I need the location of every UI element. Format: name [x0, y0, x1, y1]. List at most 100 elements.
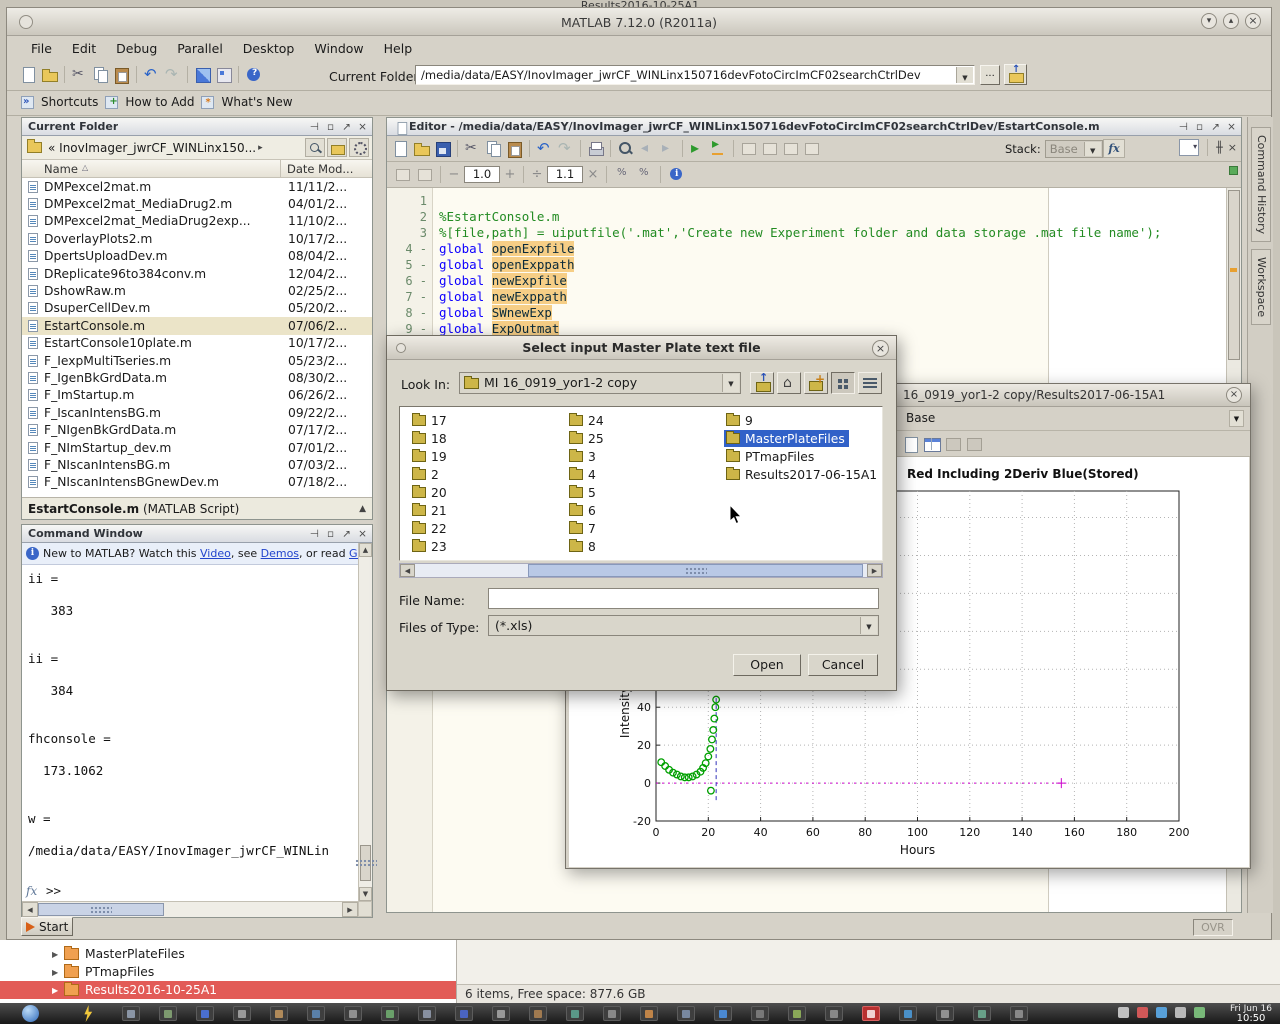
multiply-button[interactable]: ×: [586, 167, 600, 182]
folder-item[interactable]: 9: [724, 412, 757, 429]
file-row[interactable]: F_IexpMultiTseries.m05/23/2...: [22, 352, 372, 369]
tray-icon[interactable]: [1194, 1007, 1205, 1018]
cell-tool-icon[interactable]: [739, 139, 758, 158]
open-file-icon[interactable]: [40, 65, 59, 84]
tray-icon[interactable]: [1175, 1007, 1186, 1018]
copy-icon[interactable]: [91, 65, 110, 84]
taskbar-app-icon[interactable]: [159, 1006, 177, 1021]
file-row[interactable]: DMPexcel2mat_MediaDrug2exp...11/10/2...: [22, 213, 372, 230]
taskbar-app-icon[interactable]: [492, 1006, 510, 1021]
undo-icon[interactable]: [535, 139, 554, 158]
folder-item[interactable]: 3: [567, 448, 600, 465]
save-icon[interactable]: [433, 139, 452, 158]
expander-icon[interactable]: ▶: [52, 986, 64, 995]
table-icon[interactable]: [922, 434, 941, 453]
search-icon[interactable]: [305, 138, 325, 157]
folder-item[interactable]: 8: [567, 538, 600, 555]
taskbar-app-icon[interactable]: [1010, 1006, 1028, 1021]
scrollbar-thumb[interactable]: [528, 564, 863, 577]
chevron-right-icon[interactable]: ▸: [258, 143, 263, 153]
breadcrumb[interactable]: « InovImager_jwrCF_WINLinx150... ▸: [22, 136, 372, 160]
tray-icon[interactable]: [1156, 1007, 1167, 1018]
taskbar-app-icon[interactable]: [899, 1006, 917, 1021]
folder-item[interactable]: 7: [567, 520, 600, 537]
scroll-left-icon[interactable]: [400, 564, 415, 577]
menu-debug[interactable]: Debug: [106, 38, 167, 60]
taskbar-app-icon[interactable]: [825, 1006, 843, 1021]
quick-launch-icon[interactable]: [82, 1005, 94, 1022]
folder-item[interactable]: 24: [567, 412, 608, 429]
scrollbar-thumb[interactable]: [38, 903, 164, 916]
tree-item[interactable]: ▶MasterPlateFiles: [0, 945, 456, 963]
taskbar-app-icon[interactable]: [529, 1006, 547, 1021]
cell-tool-icon[interactable]: [760, 139, 779, 158]
folder-item[interactable]: 20: [410, 484, 451, 501]
dialog-hscrollbar[interactable]: [399, 563, 883, 578]
file-row[interactable]: F_NIscanIntensBG.m07/03/2...: [22, 456, 372, 473]
folder-item[interactable]: 25: [567, 430, 608, 447]
chevron-down-icon[interactable]: [956, 67, 973, 83]
chevron-down-icon[interactable]: [1084, 142, 1101, 156]
file-row[interactable]: DpertsUploadDev.m08/04/2...: [22, 248, 372, 265]
file-row[interactable]: DMPexcel2mat_MediaDrug2.m04/01/2...: [22, 195, 372, 212]
dock-icon[interactable]: [309, 527, 320, 541]
taskbar-app-icon[interactable]: [566, 1006, 584, 1021]
tree-item[interactable]: ▶PTmapFiles: [0, 963, 456, 981]
decrement-button[interactable]: −: [447, 167, 461, 182]
launcher-icon[interactable]: [22, 1005, 39, 1022]
collapse-details-icon[interactable]: ▲: [359, 504, 366, 514]
scroll-up-icon[interactable]: [359, 543, 372, 557]
command-window-hscrollbar[interactable]: [22, 901, 358, 917]
file-row[interactable]: F_NImStartup_dev.m07/01/2...: [22, 439, 372, 456]
menu-desktop[interactable]: Desktop: [233, 38, 305, 60]
chevron-down-icon[interactable]: [1229, 410, 1244, 427]
dock-tab-command-history[interactable]: Command History: [1251, 127, 1271, 242]
close-button[interactable]: [1245, 13, 1261, 29]
breadcrumb-text[interactable]: « InovImager_jwrCF_WINLinx150...: [48, 141, 256, 155]
name-column-header[interactable]: Name: [44, 162, 78, 176]
file-row[interactable]: F_IgenBkGrdData.m08/30/2...: [22, 369, 372, 386]
cell-value-2[interactable]: 1.1: [547, 166, 583, 183]
taskbar-app-icon[interactable]: [640, 1006, 658, 1021]
increment-button[interactable]: +: [503, 167, 517, 182]
dock-tab-workspace[interactable]: Workspace: [1251, 249, 1271, 325]
file-row[interactable]: EstartConsole10plate.m10/17/2...: [22, 335, 372, 352]
taskbar-clock[interactable]: Fri Jun 16 10:50: [1230, 1004, 1272, 1024]
taskbar-app-icon[interactable]: [307, 1006, 325, 1021]
matlab-titlebar[interactable]: MATLAB 7.12.0 (R2011a): [7, 8, 1271, 36]
taskbar-app-icon[interactable]: [714, 1006, 732, 1021]
new-script-icon[interactable]: [19, 65, 38, 84]
folder-item[interactable]: 5: [567, 484, 600, 501]
stack-combo[interactable]: Base: [1045, 140, 1103, 158]
video-link[interactable]: Video: [200, 547, 231, 560]
cancel-button[interactable]: Cancel: [808, 654, 878, 676]
mlint-status-icon[interactable]: [1229, 166, 1238, 175]
minimize-button[interactable]: [1201, 13, 1217, 29]
taskbar-app-icon[interactable]: [233, 1006, 251, 1021]
undock-icon[interactable]: [1210, 120, 1221, 134]
up-one-level-button[interactable]: [1004, 64, 1027, 85]
whats-new-link[interactable]: What's New: [221, 95, 292, 109]
back-icon[interactable]: [637, 139, 656, 158]
browse-button[interactable]: ...: [980, 65, 1000, 85]
up-one-level-icon[interactable]: [750, 372, 774, 394]
file-name-input[interactable]: [488, 588, 879, 609]
taskbar-app-icon[interactable]: [344, 1006, 362, 1021]
file-row[interactable]: F_NIgenBkGrdData.m07/17/2...: [22, 421, 372, 438]
cell-tool-icon[interactable]: [802, 139, 821, 158]
cell-mode-icon[interactable]: [415, 165, 434, 184]
divide-button[interactable]: ÷: [530, 167, 544, 182]
paste-icon[interactable]: [112, 65, 131, 84]
folder-item[interactable]: PTmapFiles: [724, 448, 818, 465]
file-row[interactable]: DoverlayPlots2.m10/17/2...: [22, 230, 372, 247]
folder-item[interactable]: 4: [567, 466, 600, 483]
run-icon[interactable]: [688, 139, 707, 158]
new-script-icon[interactable]: [391, 139, 410, 158]
taskbar-app-icon[interactable]: [455, 1006, 473, 1021]
tray-icon[interactable]: [1137, 1007, 1148, 1018]
info-icon[interactable]: [667, 165, 686, 184]
copy-icon[interactable]: [484, 139, 503, 158]
tool-b-icon[interactable]: [964, 434, 983, 453]
file-row[interactable]: EstartConsole.m07/06/2...: [22, 317, 372, 334]
close-icon[interactable]: [357, 527, 368, 541]
